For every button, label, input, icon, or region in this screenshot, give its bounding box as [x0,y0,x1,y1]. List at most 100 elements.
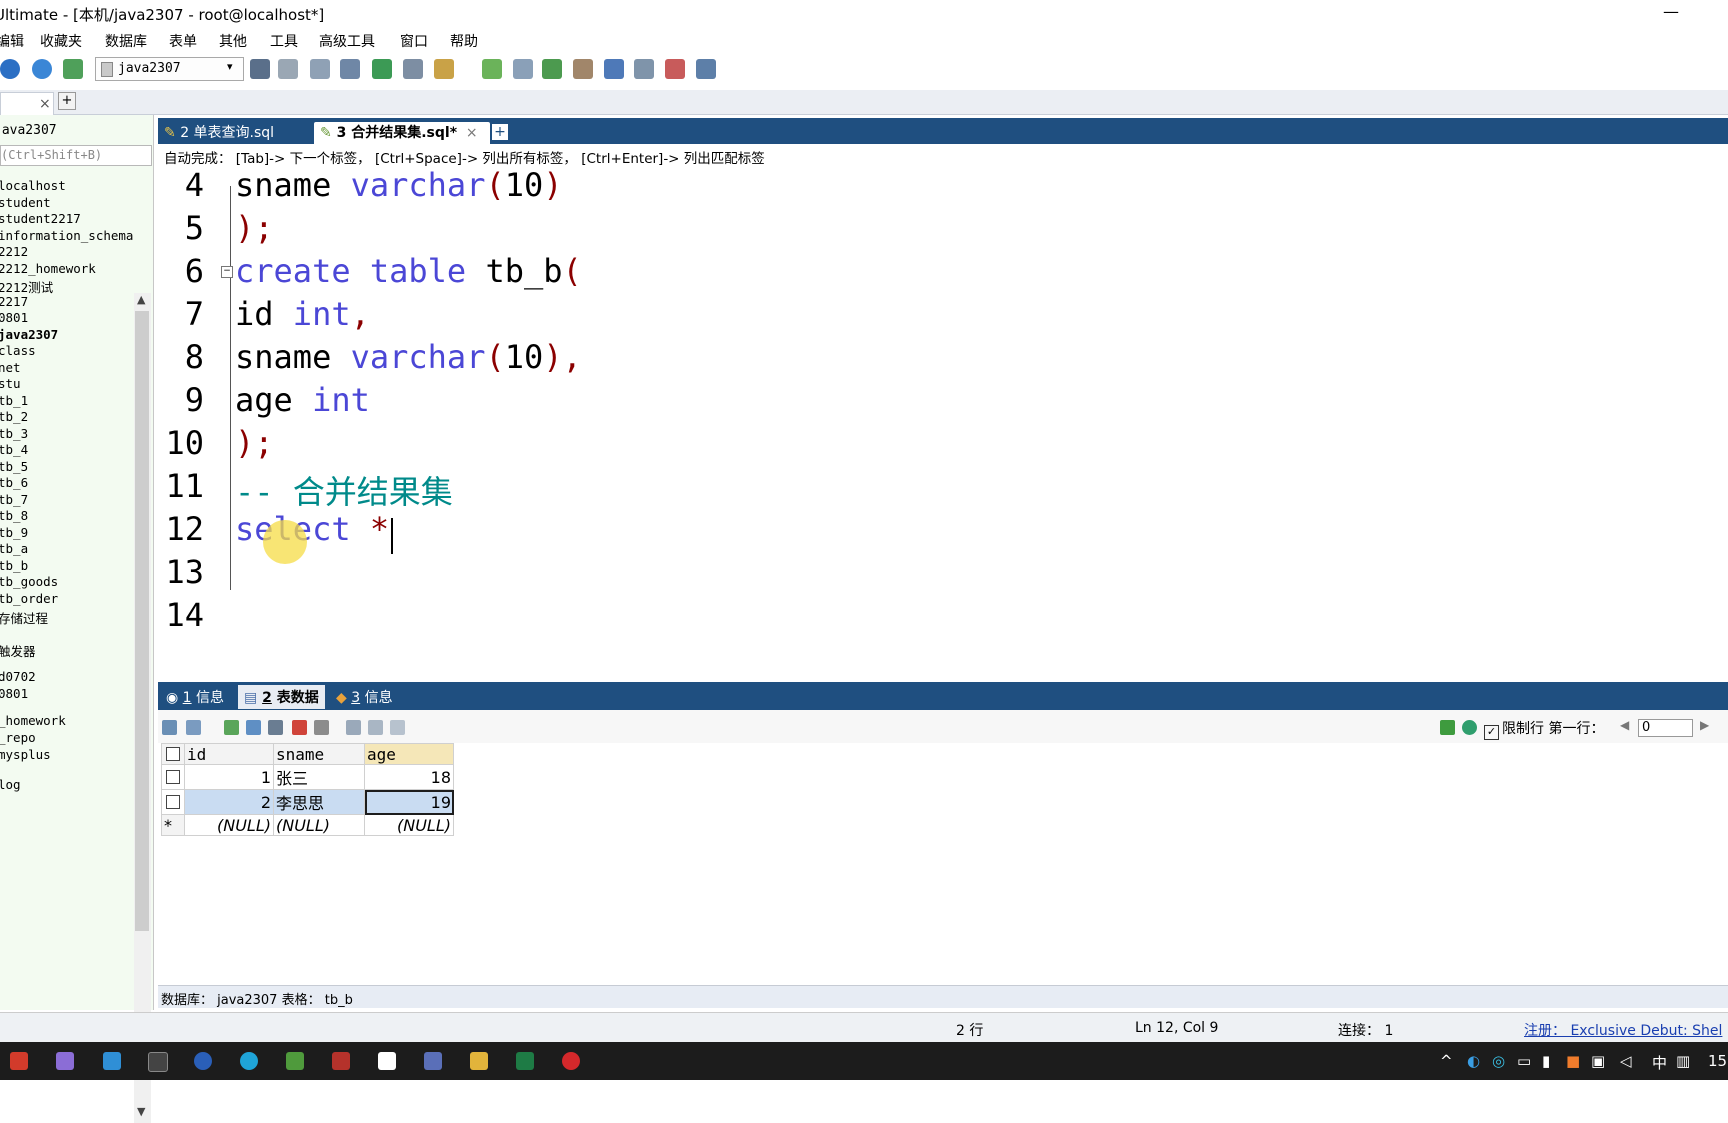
text-view-icon[interactable] [390,720,405,735]
terminal-icon[interactable] [148,1052,168,1072]
tree-item[interactable]: tb_6 [0,475,28,490]
add-tab-button[interactable]: + [492,124,508,140]
tree-item[interactable]: mysplus [0,747,51,762]
limit-checkbox[interactable]: ✓ [1484,725,1499,740]
tree-item[interactable]: tb_5 [0,459,28,474]
limit-rows[interactable]: ✓ 限制行 第一行： [1484,718,1604,740]
monitor-icon[interactable] [604,59,624,79]
add-tab-button[interactable]: + [58,92,76,110]
menu-database[interactable]: 数据库 [105,31,147,51]
filter-icon[interactable] [1440,720,1455,735]
tree-item[interactable]: student [0,195,51,210]
menu-advanced-tools[interactable]: 高级工具 [319,31,375,51]
menu-tools[interactable]: 工具 [270,31,298,51]
sqlyog-icon[interactable] [424,1052,442,1070]
cell-sname[interactable]: 张三 [273,764,365,790]
tree-item[interactable]: 0801 [0,686,28,701]
tray-icon[interactable]: ▥ [1676,1052,1690,1070]
restore-icon[interactable] [513,59,533,79]
menu-table[interactable]: 表单 [169,31,197,51]
prev-page-icon[interactable]: ◀ [1620,718,1629,732]
table-add-icon[interactable] [278,59,298,79]
code-line[interactable]: sname varchar(10) [235,166,563,204]
table-row[interactable]: 2 李思思 19 [161,789,454,815]
new-connection-icon[interactable] [32,59,52,79]
tree-item[interactable]: _homework [0,713,66,728]
next-page-icon[interactable]: ▶ [1700,718,1709,732]
cell-id[interactable]: 2 [184,789,274,815]
disconnect-icon[interactable] [63,59,83,79]
tree-item[interactable]: java2307 [0,327,58,342]
tree-item[interactable]: tb_2 [0,409,28,424]
sql-editor[interactable]: 4 5 6 7 8 9 10 11 12 13 14 − sname varchar(10)); cr… [158,166,1728,674]
tree-item[interactable]: 0801 [0,310,28,325]
tree-item[interactable]: stu [0,376,21,391]
insert-row-icon[interactable] [224,720,239,735]
minimize-button[interactable]: — [1663,2,1679,21]
row-checkbox[interactable] [161,789,185,815]
sync-icon[interactable] [542,59,562,79]
backup-icon[interactable] [482,59,502,79]
user-icon[interactable] [250,59,270,79]
tray-icon[interactable]: ■ [1566,1052,1580,1070]
table-copy-icon[interactable] [310,59,330,79]
tree-item[interactable]: 2212_homework [0,261,96,276]
tree-item[interactable]: net [0,360,21,375]
refresh-icon[interactable] [1462,720,1477,735]
first-row-input[interactable]: 0 [1638,719,1693,737]
tree-item[interactable]: _repo [0,730,36,745]
app-icon[interactable] [56,1052,74,1070]
tree-item[interactable]: 存储过程 [0,608,48,627]
cell-age[interactable]: 19 [364,789,454,815]
delete-row-icon[interactable] [292,720,307,735]
network-icon[interactable]: ▣ [1591,1052,1605,1070]
cell-id[interactable]: 1 [184,764,274,790]
cell-sname[interactable]: 李思思 [273,789,365,815]
folder-icon[interactable] [470,1052,488,1070]
cell-sname[interactable]: (NULL) [273,814,365,836]
menu-window[interactable]: 窗口 [400,31,428,51]
designer-icon[interactable] [696,59,716,79]
duplicate-row-icon[interactable] [246,720,261,735]
code-line[interactable]: age int [235,381,370,419]
tray-icon[interactable]: ◎ [1492,1052,1505,1070]
tree-item[interactable]: log [0,777,21,792]
input-language[interactable]: 中 [1652,1052,1667,1073]
export-icon[interactable] [372,59,392,79]
cell-age[interactable]: (NULL) [364,814,454,836]
tab-merge-result-set[interactable]: ✎ 3 合并结果集.sql* × [314,122,490,144]
mic-icon[interactable]: ▮ [1542,1052,1550,1070]
query-builder-icon[interactable] [634,59,654,79]
connect-icon[interactable] [0,59,20,79]
save-icon[interactable] [268,720,283,735]
code-line[interactable]: sname varchar(10), [235,338,582,376]
grid-icon[interactable] [403,59,423,79]
tree-item[interactable]: 2212 [0,244,28,259]
fold-toggle-icon[interactable]: − [221,266,233,278]
code-line[interactable]: ); [235,209,274,247]
tree-item[interactable]: localhost [0,178,66,193]
tree-item[interactable]: tb_8 [0,508,28,523]
tree-item[interactable]: tb_3 [0,426,28,441]
tree-item[interactable]: d0702 [0,669,36,684]
vertical-scrollbar[interactable]: ▲ ▼ [134,293,151,1123]
form-view-icon[interactable] [368,720,383,735]
cell-age[interactable]: 18 [364,764,454,790]
code-line[interactable]: id int, [235,295,370,333]
table-row[interactable]: 1 张三 18 [161,764,454,790]
schedule-icon[interactable] [573,59,593,79]
row-checkbox[interactable] [161,764,185,790]
tree-item[interactable]: tb_order [0,591,58,606]
tab-info[interactable]: ◉ 1 信息 [166,687,224,707]
export-icon[interactable] [162,720,177,735]
cancel-icon[interactable] [314,720,329,735]
excel-icon[interactable] [516,1052,534,1070]
tree-item[interactable]: student2217 [0,211,81,226]
code-line[interactable]: create table tb_b( [235,252,582,290]
import-icon[interactable] [186,720,201,735]
tree-item[interactable]: 触发器 [0,641,36,660]
schema-icon[interactable] [434,59,454,79]
app-icon[interactable] [332,1052,350,1070]
scroll-down-icon[interactable]: ▼ [137,1105,145,1118]
column-header-age[interactable]: age [364,743,454,765]
